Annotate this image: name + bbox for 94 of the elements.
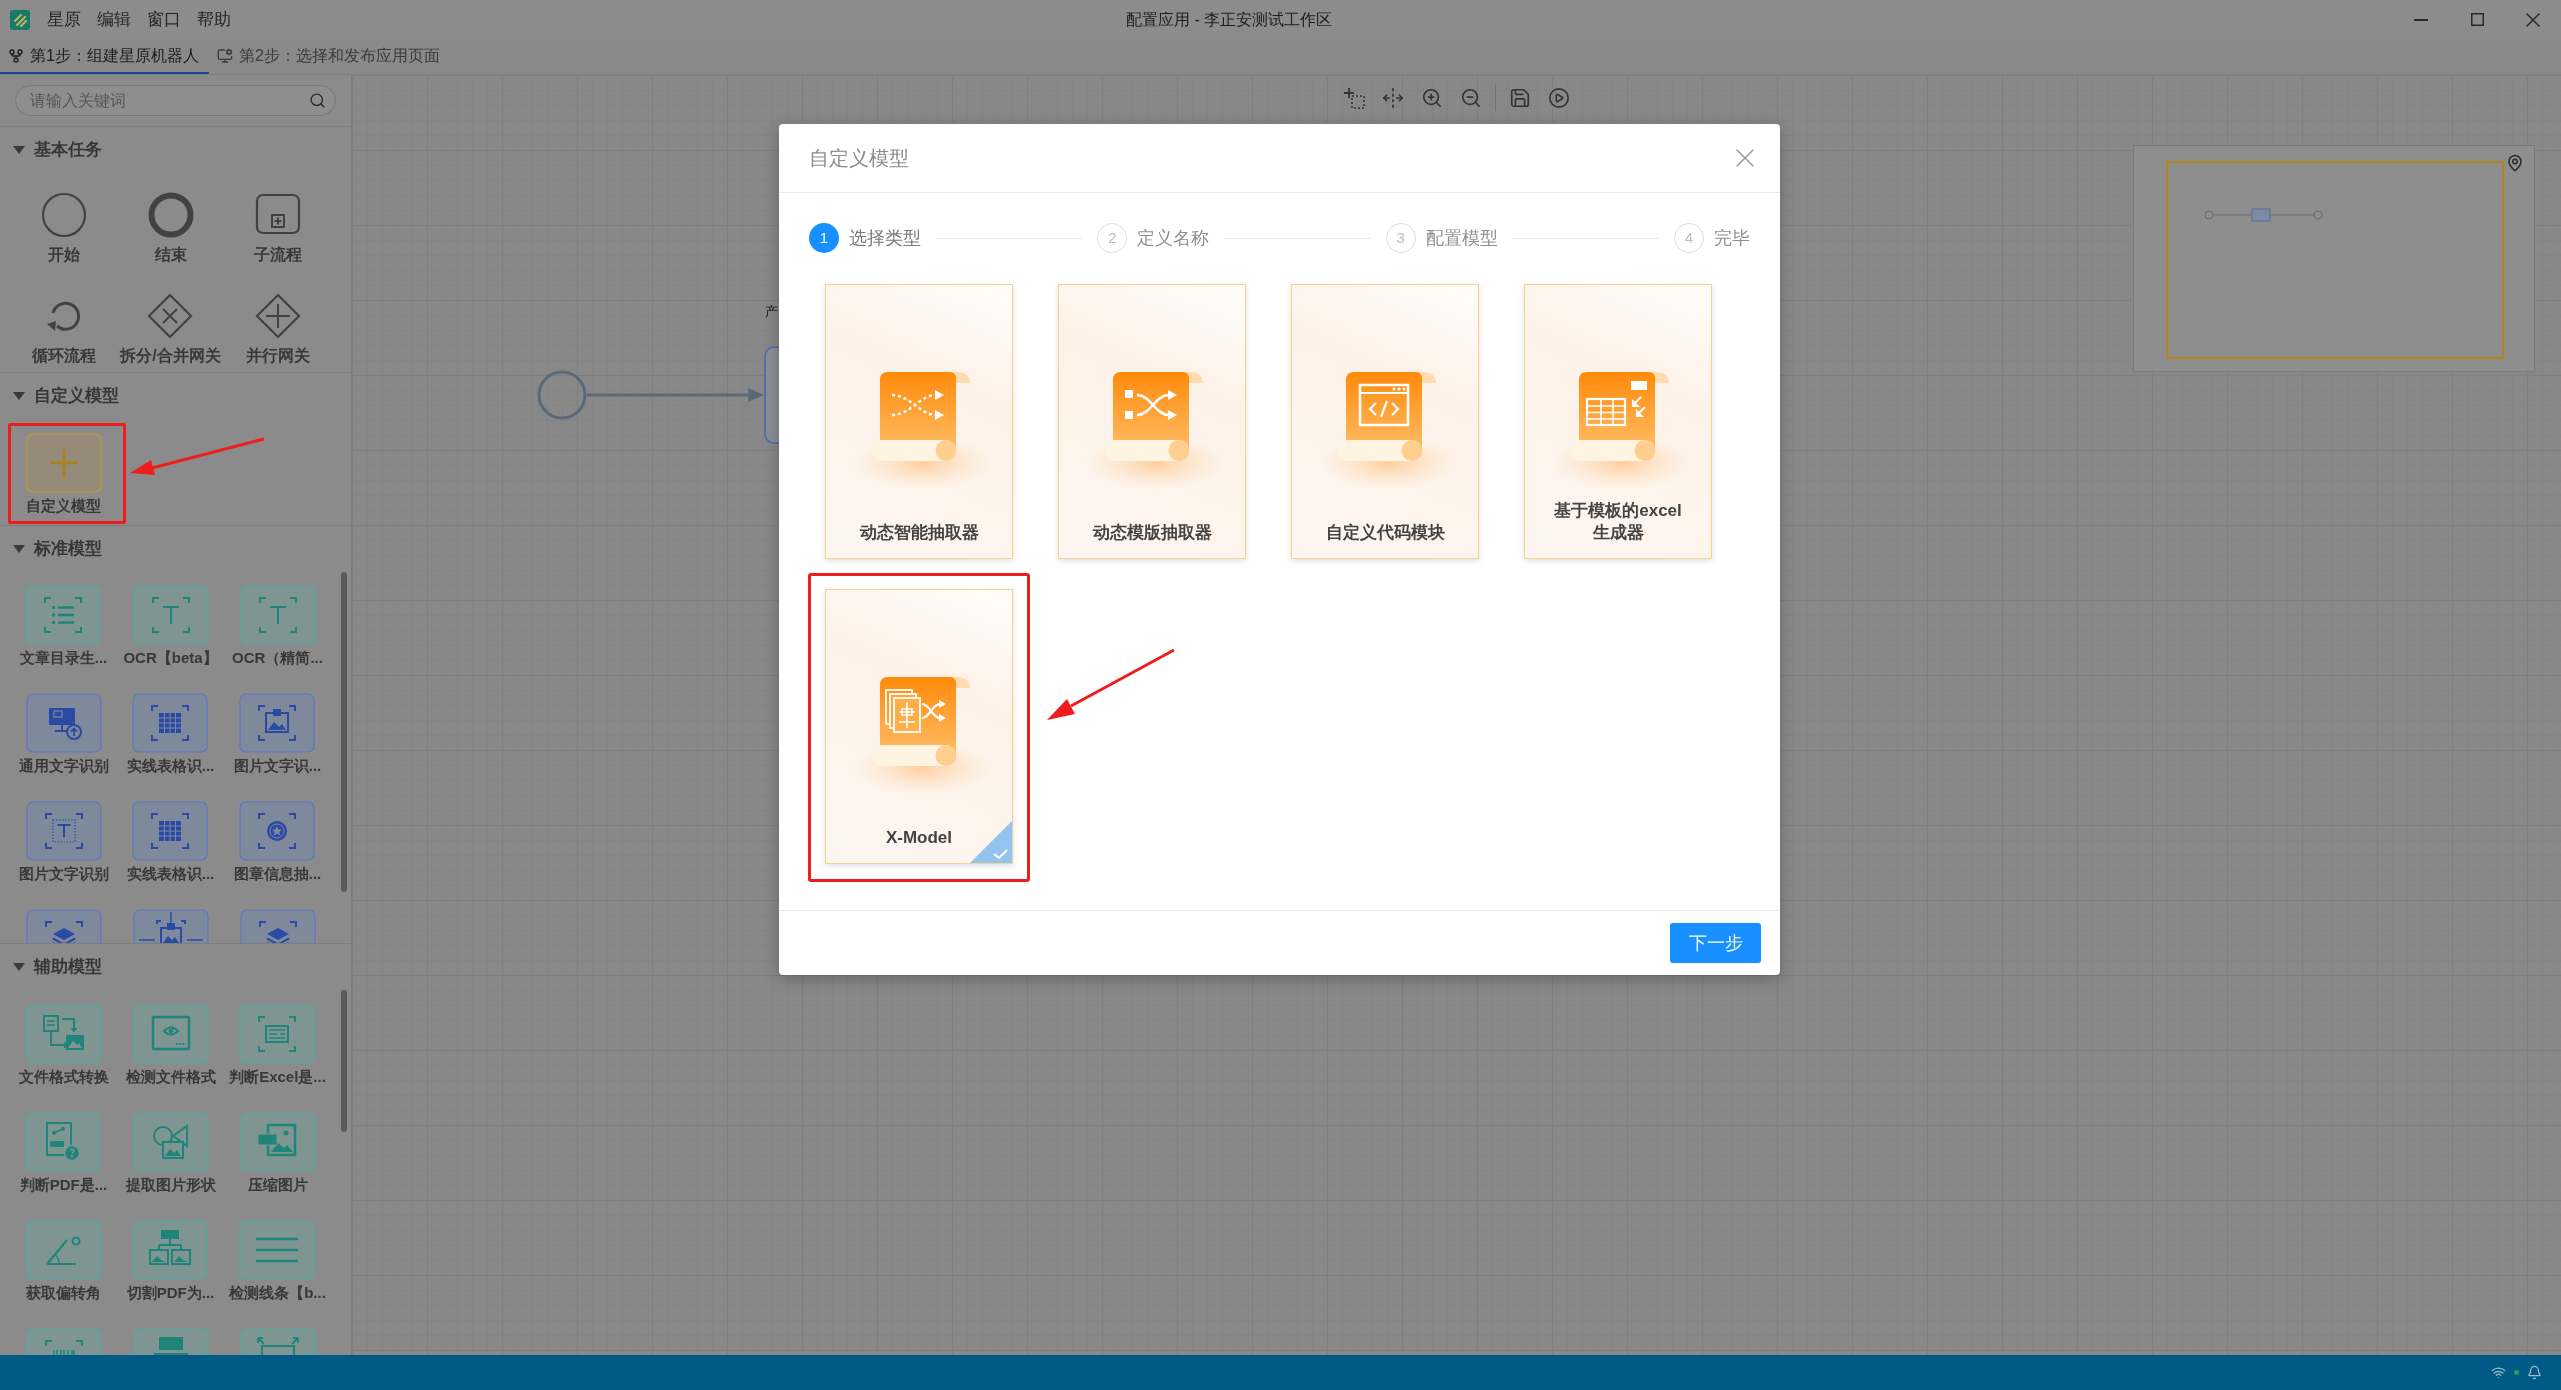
step-label: 配置模型 <box>1425 226 1498 250</box>
palette-item[interactable]: 检测文件格式 <box>125 1004 216 1088</box>
pin-icon[interactable] <box>2506 154 2524 172</box>
model-type-card[interactable]: 自定义代码模块 <box>1291 284 1479 559</box>
palette-item[interactable]: OCR【beta】 <box>123 585 218 669</box>
palette-item[interactable]: 拆分/合并网关 <box>120 293 221 367</box>
start-event-icon <box>40 192 87 238</box>
menu-item[interactable]: 编辑 <box>89 0 139 39</box>
palette-item[interactable]: 获取偏转角 <box>25 1220 102 1304</box>
step-label: 定义名称 <box>1137 226 1210 250</box>
model-type-card[interactable]: X-Model <box>825 589 1013 864</box>
add-model-icon <box>25 433 102 493</box>
palette-item[interactable]: 文件格式转换 <box>18 1004 109 1088</box>
end-event-icon <box>147 192 194 238</box>
expand-horizontal-icon[interactable] <box>1382 87 1404 109</box>
palette-item[interactable]: 判断Excel是... <box>229 1004 326 1088</box>
palette-item[interactable]: 开始 <box>40 192 87 266</box>
palette-item[interactable]: OCR（精简... <box>232 585 323 669</box>
seal-scan-icon <box>239 801 316 861</box>
maximize-icon <box>2470 13 2484 26</box>
section-header[interactable]: 标准模型 <box>0 526 351 572</box>
dialog-close-button[interactable] <box>1733 146 1757 170</box>
start-event-node[interactable] <box>537 370 587 420</box>
scrollbar-thumb[interactable] <box>341 990 347 1132</box>
table-scan-icon <box>132 693 209 753</box>
monitor-upload-icon <box>25 693 102 753</box>
minimize-icon <box>2414 18 2428 21</box>
task-node[interactable] <box>764 346 779 444</box>
palette-item[interactable]: 循环流程 <box>31 293 96 367</box>
model-type-card[interactable]: 动态模版抽取器 <box>1058 284 1246 559</box>
table-scan-icon <box>132 801 209 861</box>
palette-item[interactable]: 检测线条【b... <box>229 1220 326 1304</box>
lines-icon <box>239 1220 316 1280</box>
text-scan-icon <box>132 585 209 645</box>
select-area-icon[interactable] <box>1343 87 1365 109</box>
next-button[interactable]: 下一步 <box>1670 923 1761 963</box>
file-convert-icon <box>25 1004 102 1064</box>
parallel-gateway-icon <box>254 293 301 339</box>
palette-item[interactable]: 通用文字识别 <box>18 693 109 777</box>
palette-item[interactable]: 实线表格识... <box>126 801 215 885</box>
palette-item[interactable]: 图片文字识别 <box>18 801 109 885</box>
shapes-image-icon <box>132 1112 209 1172</box>
image-scan-icon <box>239 693 316 753</box>
sheet-scan-icon <box>239 1004 316 1064</box>
menu-item[interactable]: 星原 <box>39 0 89 39</box>
exclusive-gateway-icon <box>147 293 194 339</box>
close-icon <box>2526 12 2540 27</box>
section-header[interactable]: 自定义模型 <box>0 373 351 419</box>
palette-item[interactable]: 文章目录生... <box>19 585 108 669</box>
palette-item[interactable]: 提取图片形状 <box>125 1112 216 1196</box>
window-title: 配置应用 - 李正安测试工作区 <box>1126 9 1333 30</box>
zoom-out-icon[interactable] <box>1460 87 1482 109</box>
app-logo-icon <box>10 9 30 30</box>
bell-icon[interactable] <box>2527 1365 2542 1380</box>
branch-icon <box>8 47 24 64</box>
document-question-icon <box>25 1112 102 1172</box>
menu-item[interactable]: 帮助 <box>189 0 239 39</box>
palette-item[interactable]: 结束 <box>147 192 194 266</box>
run-icon[interactable] <box>1548 87 1570 109</box>
step-tab[interactable]: 第2步：选择和发布应用页面 <box>208 39 450 74</box>
menu-item[interactable]: 窗口 <box>139 0 189 39</box>
save-icon[interactable] <box>1509 87 1531 109</box>
step-number: 1 <box>809 223 839 253</box>
palette-item[interactable]: 切割PDF为... <box>126 1220 215 1304</box>
palette-item[interactable]: 实线表格识... <box>126 693 215 777</box>
node-caption: 产 <box>765 304 778 320</box>
model-type-card[interactable]: 动态智能抽取器 <box>825 284 1013 559</box>
compressed-image-icon <box>239 1112 316 1172</box>
split-tree-icon <box>132 1220 209 1280</box>
palette-item[interactable]: 自定义模型 <box>25 433 102 517</box>
model-type-card[interactable]: 基于模板的excel生成器 <box>1524 284 1712 559</box>
palette-item[interactable]: 图片文字识... <box>233 693 322 777</box>
zoom-in-icon[interactable] <box>1421 87 1443 109</box>
text-scan-icon <box>239 585 316 645</box>
section-header[interactable]: 基本任务 <box>0 127 351 173</box>
section-header[interactable]: 辅助模型 <box>0 944 351 990</box>
palette-item[interactable]: 子流程 <box>253 192 302 266</box>
list-scan-icon <box>25 585 102 645</box>
palette-item[interactable]: 图章信息抽... <box>233 801 322 885</box>
palette-item[interactable]: 判断PDF是... <box>19 1112 108 1196</box>
palette-item[interactable]: 压缩图片 <box>239 1112 316 1196</box>
selected-check-icon <box>970 821 1012 863</box>
wifi-icon <box>2491 1365 2506 1380</box>
angle-icon <box>25 1220 102 1280</box>
text-box-scan-icon <box>25 801 102 861</box>
palette-item[interactable]: 并行网关 <box>245 293 310 367</box>
step-label: 选择类型 <box>849 226 921 250</box>
search-icon[interactable] <box>309 92 326 109</box>
monitor-gear-icon <box>216 47 233 64</box>
scrollbar-thumb[interactable] <box>341 572 347 892</box>
close-icon <box>1736 149 1754 167</box>
step-label: 完毕 <box>1714 226 1750 250</box>
eye-screen-icon <box>132 1004 209 1064</box>
dialog-title: 自定义模型 <box>809 146 909 171</box>
